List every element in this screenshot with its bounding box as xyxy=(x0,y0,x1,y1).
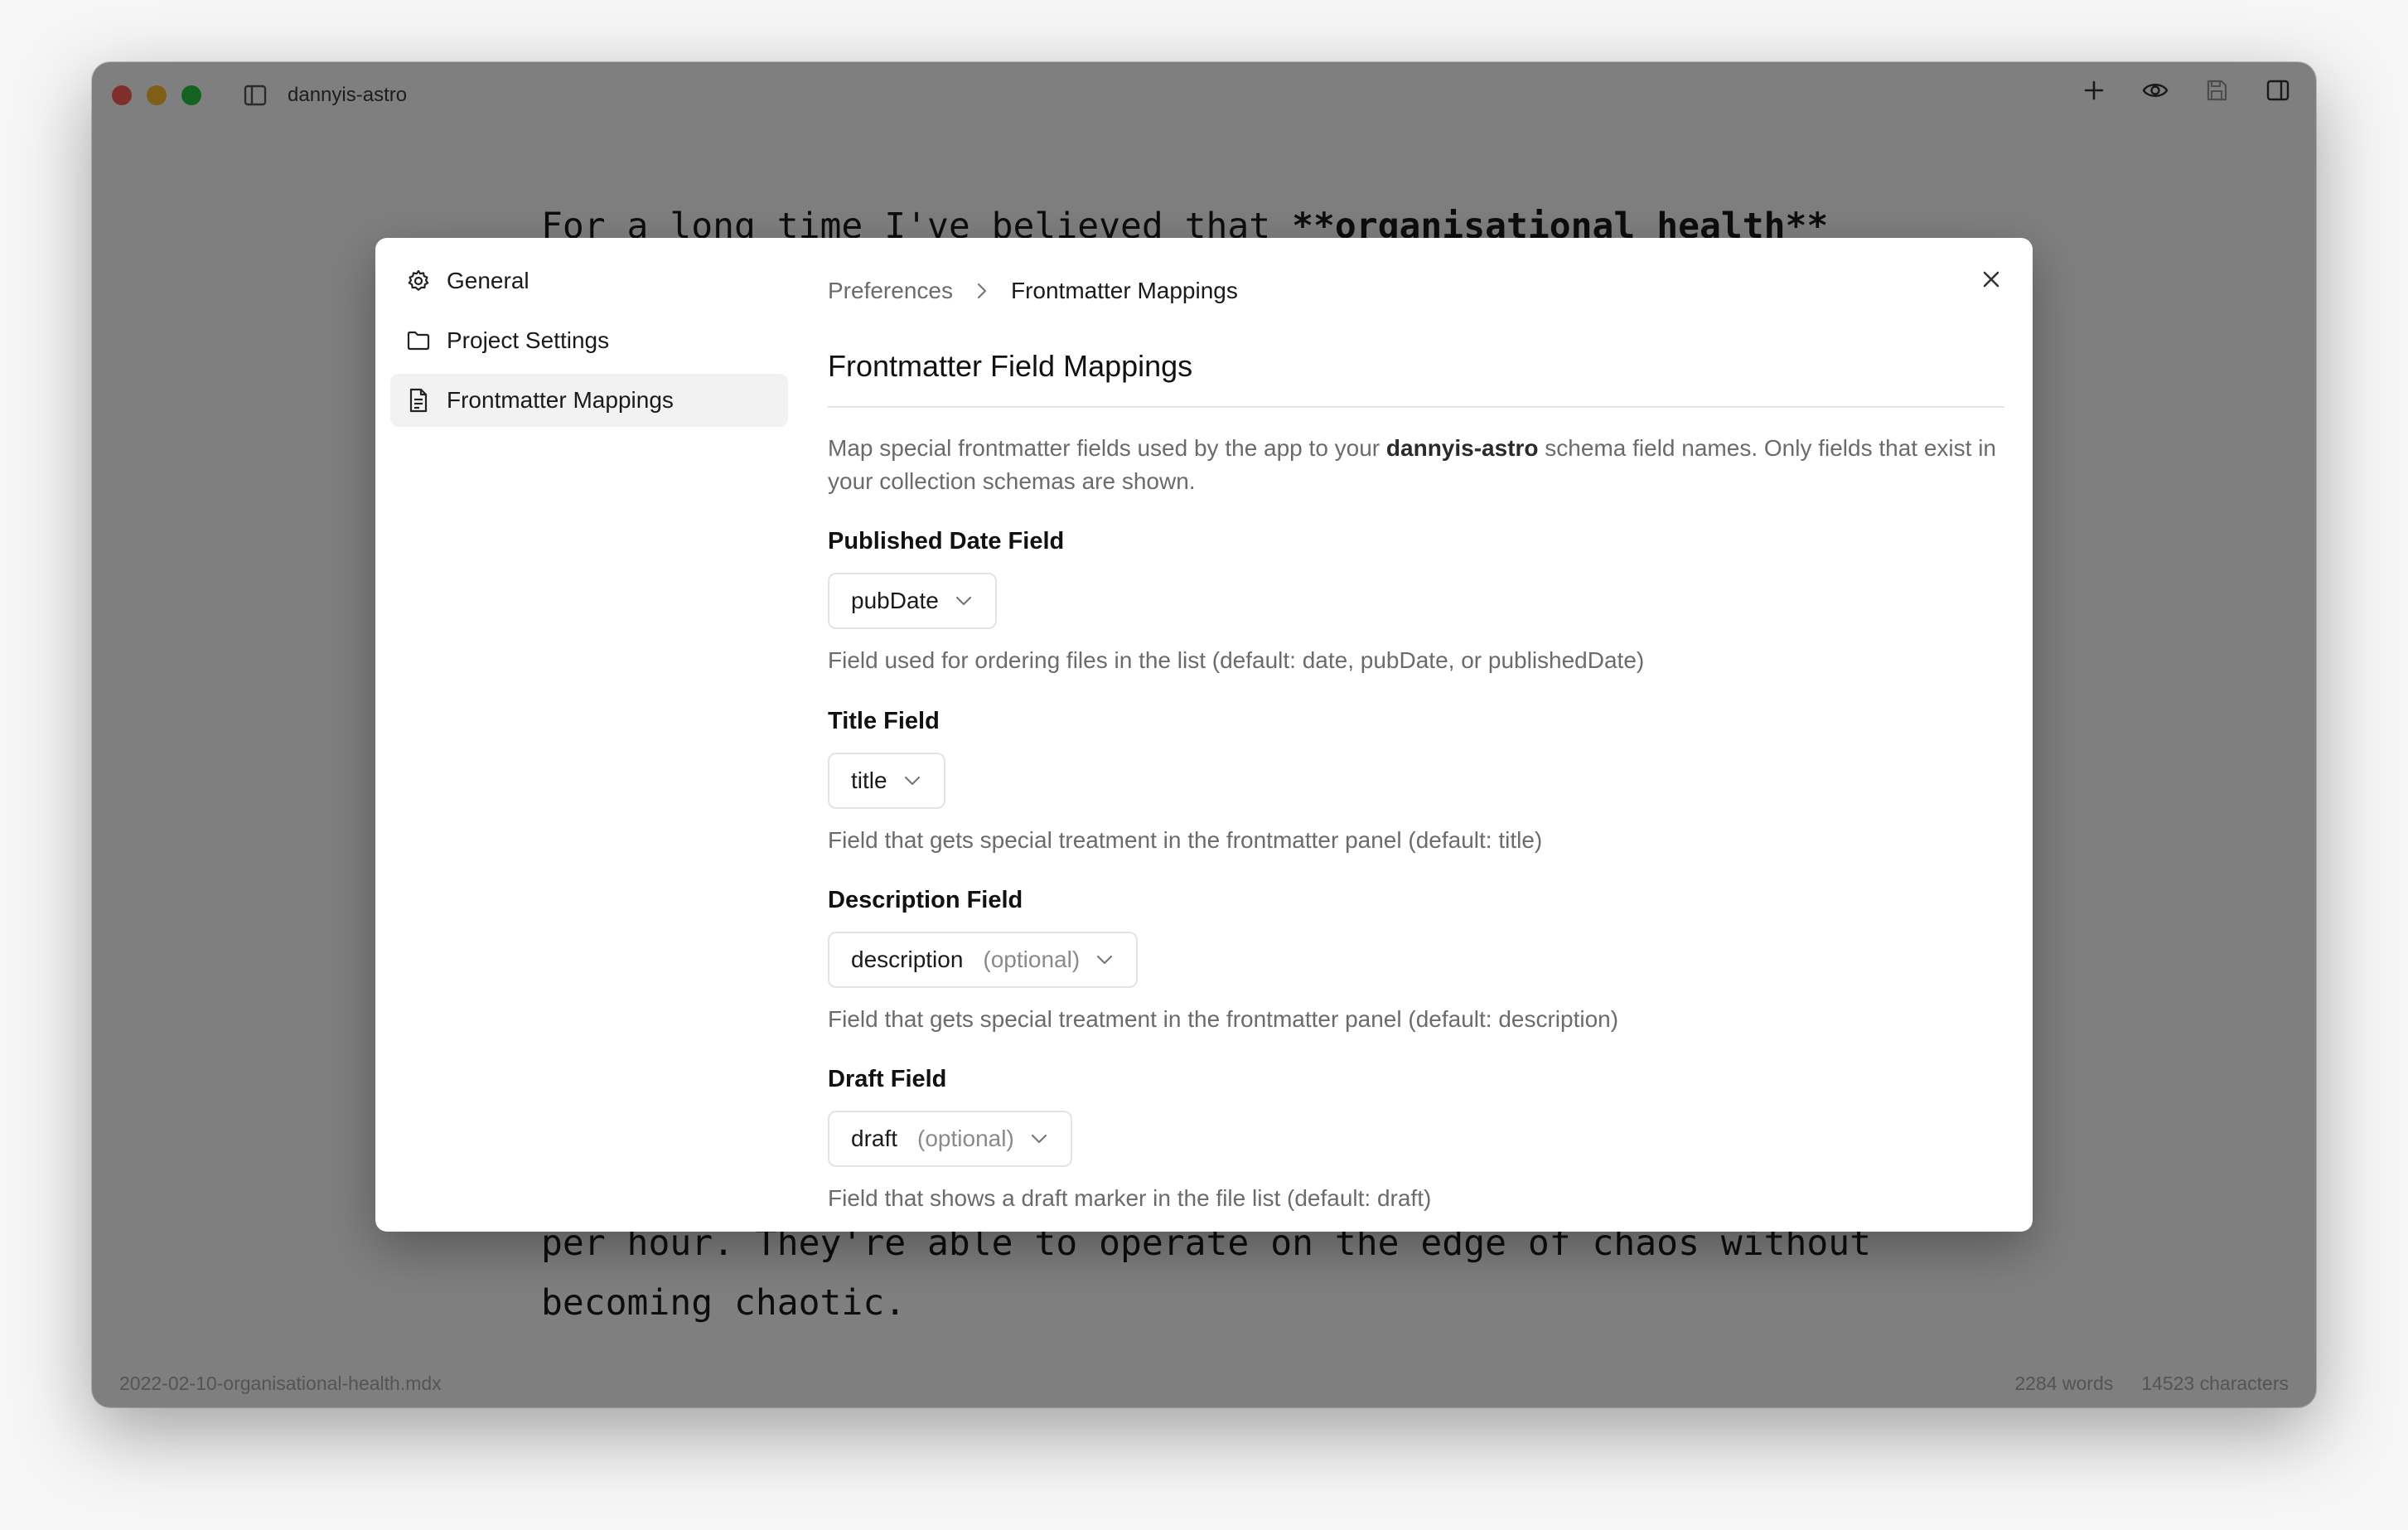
published-date-select[interactable]: pubDate xyxy=(828,573,997,629)
intro-text-before: Map special frontmatter fields used by t… xyxy=(828,435,1386,461)
nav-item-frontmatter-mappings[interactable]: Frontmatter Mappings xyxy=(390,374,788,427)
field-help-text: Field that gets special treatment in the… xyxy=(828,1006,1619,1032)
title-select[interactable]: title xyxy=(828,753,945,809)
divider xyxy=(828,406,2004,408)
gear-icon xyxy=(405,268,432,294)
select-value: title xyxy=(851,767,887,793)
chevron-right-icon xyxy=(973,282,991,300)
nav-item-project-settings[interactable]: Project Settings xyxy=(390,314,788,367)
draft-select[interactable]: draft (optional) xyxy=(828,1111,1072,1167)
field-label: Draft Field xyxy=(828,1066,947,1092)
select-value: draft xyxy=(851,1126,898,1151)
nav-item-label: Frontmatter Mappings xyxy=(447,387,674,413)
breadcrumb-current: Frontmatter Mappings xyxy=(1010,278,1238,303)
breadcrumb: Preferences Frontmatter Mappings xyxy=(828,278,1238,304)
nav-item-label: Project Settings xyxy=(447,327,610,353)
chevron-down-icon xyxy=(1095,950,1115,970)
field-label: Description Field xyxy=(828,887,1023,913)
field-help-text: Field that gets special treatment in the… xyxy=(828,827,1543,853)
intro-text: Map special frontmatter fields used by t… xyxy=(828,432,2004,498)
description-select[interactable]: description (optional) xyxy=(828,932,1139,988)
field-published-date: Published Date Field pubDate Field used … xyxy=(828,525,1644,677)
breadcrumb-preferences[interactable]: Preferences xyxy=(828,278,953,304)
field-title: Title Field title Field that gets specia… xyxy=(828,704,1542,857)
nav-item-general[interactable]: General xyxy=(390,254,788,307)
chevron-down-icon xyxy=(1029,1129,1049,1149)
close-dialog-button[interactable] xyxy=(1975,263,2008,296)
preferences-dialog: General Project Settings Frontmatter Map… xyxy=(375,238,2033,1232)
page-title: Frontmatter Field Mappings xyxy=(828,349,1193,383)
field-label: Title Field xyxy=(828,708,940,734)
chevron-down-icon xyxy=(954,591,974,611)
field-description: Description Field description (optional)… xyxy=(828,884,1618,1036)
close-icon xyxy=(1983,271,1999,288)
select-value: description xyxy=(851,947,964,972)
preferences-nav: General Project Settings Frontmatter Map… xyxy=(390,254,788,433)
nav-item-label: General xyxy=(447,268,529,293)
folder-icon xyxy=(405,327,432,354)
select-value: pubDate xyxy=(851,588,939,613)
select-optional-hint: (optional) xyxy=(983,947,1081,972)
chevron-down-icon xyxy=(902,771,922,791)
field-help-text: Field that shows a draft marker in the f… xyxy=(828,1185,1432,1211)
field-draft: Draft Field draft (optional) Field that … xyxy=(828,1063,1431,1215)
intro-project-name: dannyis-astro xyxy=(1385,435,1539,461)
document-icon xyxy=(405,387,432,414)
field-help-text: Field used for ordering files in the lis… xyxy=(828,647,1645,673)
field-label: Published Date Field xyxy=(828,528,1065,554)
select-optional-hint: (optional) xyxy=(917,1126,1014,1151)
